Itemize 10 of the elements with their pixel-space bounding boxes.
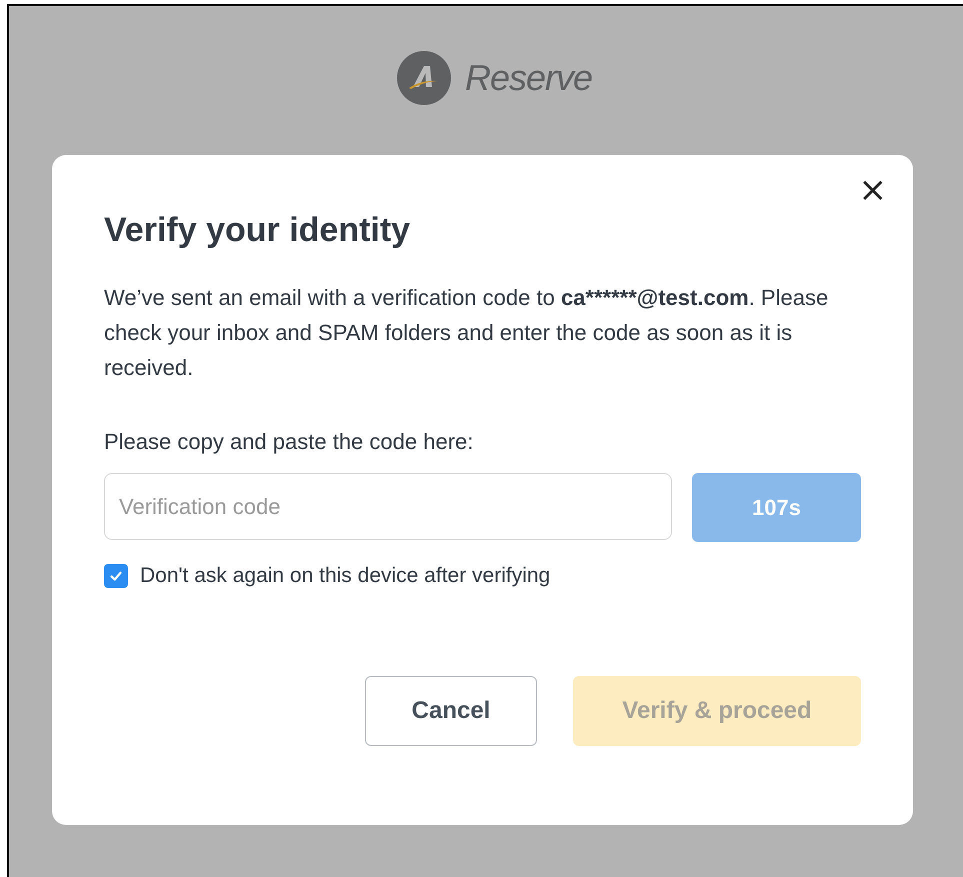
checkbox-label: Don't ask again on this device after verifying [140,564,550,588]
instruction-text: We’ve sent an email with a verification code to ca******@test.com. Please check your inbox and SPAM folders and enter the code as soon as it is received. [104,284,830,382]
logo-text: Reserve [464,57,592,99]
close-button[interactable]: × [852,171,893,209]
logo-icon [396,51,451,105]
checkbox[interactable] [104,564,128,588]
code-input-field[interactable]: Verification code [104,473,672,540]
dialog-title: Verify your identity [104,211,412,250]
code-label: Please copy and paste the code here: [104,429,474,455]
cancel-button[interactable]: Cancel [365,676,537,746]
